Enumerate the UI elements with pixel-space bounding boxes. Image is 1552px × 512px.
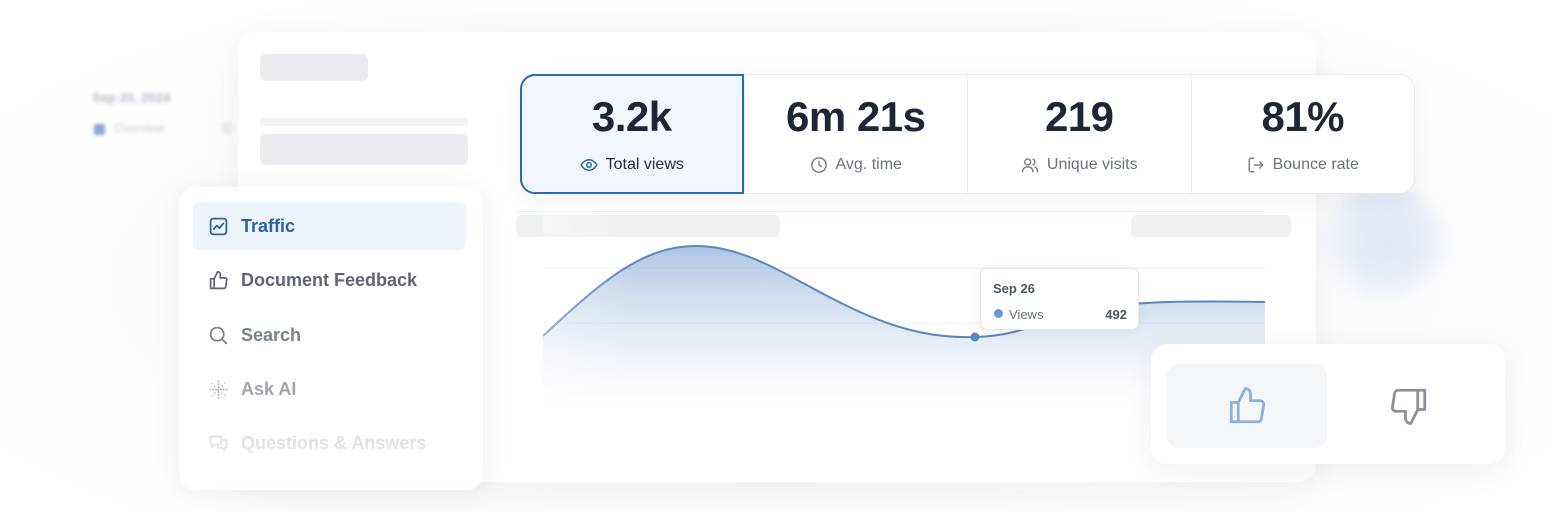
hover-point[interactable]: [970, 332, 980, 342]
tooltip-date: Sep 26: [993, 281, 1035, 296]
stat-label: Avg. time: [835, 156, 902, 173]
stat-label-row: Total views: [522, 156, 742, 174]
nav-item-label: Document Feedback: [241, 269, 418, 290]
background-legend-label: Overview: [114, 121, 165, 135]
stat-total-views[interactable]: 3.2k Total views: [520, 74, 744, 194]
skeleton-line: [260, 118, 468, 126]
skeleton-block: [260, 134, 468, 165]
stat-value: 3.2k: [591, 93, 672, 140]
stat-label-row: Avg. time: [745, 156, 968, 174]
stat-label: Unique visits: [1046, 156, 1138, 173]
chat-bubbles-icon: [209, 435, 228, 451]
chart-line-icon: [209, 217, 228, 235]
stat-value: 219: [1044, 93, 1114, 140]
stat-value: 6m 21s: [786, 93, 926, 140]
nav-item-questions-answers[interactable]: Questions & Answers: [193, 419, 466, 467]
search-icon: [209, 326, 228, 344]
thumbs-up-icon: [1229, 387, 1266, 424]
sidebar-nav: Traffic Document Feedback Search Ask AI …: [179, 187, 483, 485]
stat-label: Total views: [605, 156, 684, 173]
stat-bounce-rate[interactable]: 81% Bounce rate: [1190, 75, 1415, 193]
stats-bar: 3.2k Total views 6m 21s Avg. time 219 Un…: [520, 74, 1415, 194]
nav-item-label: Traffic: [241, 215, 296, 236]
stat-value: 81%: [1261, 93, 1345, 140]
feedback-card: [1151, 344, 1505, 464]
tooltip-series-dot: [994, 309, 1003, 318]
nav-item-ask-ai[interactable]: Ask AI: [193, 365, 466, 413]
tooltip-value: 492: [1105, 307, 1127, 322]
eye-icon: [580, 159, 598, 171]
tooltip-series-label: Views: [1009, 307, 1044, 322]
stat-label-row: Unique visits: [968, 156, 1191, 174]
sparkle-dots-icon: [209, 379, 228, 399]
users-icon: [1021, 158, 1039, 173]
stat-label: Bounce rate: [1272, 156, 1359, 173]
nav-item-traffic[interactable]: Traffic: [193, 202, 466, 250]
nav-item-label: Search: [241, 324, 302, 345]
clock-icon: [810, 157, 827, 173]
background-legend-swatch: [94, 124, 105, 135]
nav-item-label: Questions & Answers: [241, 432, 427, 453]
stat-label-row: Bounce rate: [1192, 156, 1415, 174]
thumbs-up-button[interactable]: [1167, 364, 1327, 448]
nav-item-label: Ask AI: [241, 378, 297, 399]
background-legend-value: 32: [220, 121, 234, 135]
chart-tooltip: Sep 26 Views 492: [980, 268, 1139, 330]
stat-avg-time[interactable]: 6m 21s Avg. time: [743, 75, 968, 193]
thumbs-up-icon: [209, 270, 228, 289]
skeleton-title: [260, 54, 368, 81]
nav-item-document-feedback[interactable]: Document Feedback: [193, 256, 466, 304]
thumbs-down-icon: [1390, 388, 1427, 425]
log-out-icon: [1248, 157, 1264, 173]
nav-item-search[interactable]: Search: [193, 311, 466, 359]
thumbs-down-button[interactable]: [1329, 364, 1489, 448]
stat-unique-visits[interactable]: 219 Unique visits: [967, 75, 1191, 193]
background-date: Sep 25, 2024: [92, 90, 171, 105]
